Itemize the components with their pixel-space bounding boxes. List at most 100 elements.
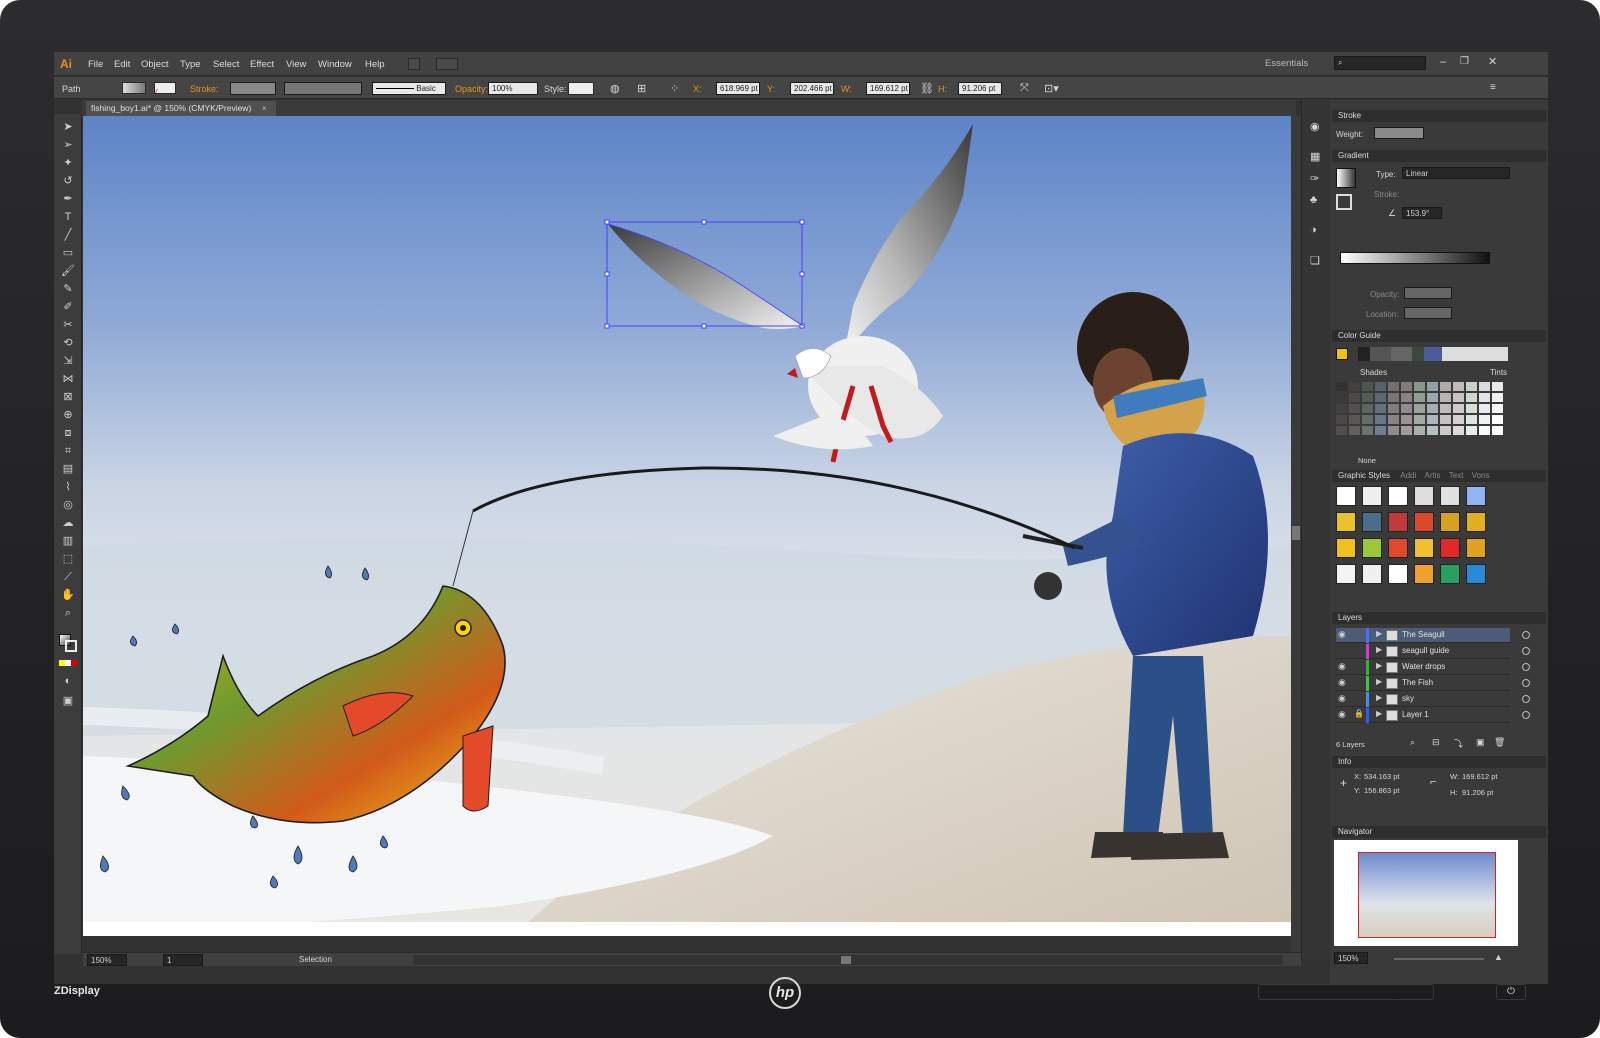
free-transform-tool-icon[interactable]: ⊠ — [60, 390, 76, 404]
vertical-scrollbar[interactable] — [1291, 116, 1301, 952]
type-tool-icon[interactable]: T — [60, 210, 76, 224]
color-guide-swatch[interactable] — [1479, 393, 1490, 402]
color-guide-swatch[interactable] — [1375, 426, 1386, 435]
color-guide-swatch[interactable] — [1466, 382, 1477, 391]
expand-triangle-icon[interactable]: ▶ — [1376, 661, 1382, 670]
lock-icon[interactable]: 🔒 — [1354, 709, 1364, 718]
graphic-style-swatch[interactable] — [1440, 564, 1460, 584]
power-icon[interactable]: ⏻ — [1496, 984, 1526, 1000]
width-tool-icon[interactable]: ⋈ — [60, 372, 76, 386]
menu-type[interactable]: Type — [180, 59, 201, 70]
color-guide-swatch[interactable] — [1492, 393, 1503, 402]
graphic-style-swatch[interactable] — [1414, 564, 1434, 584]
horizontal-scrollbar[interactable] — [413, 955, 1283, 965]
graphic-style-swatch[interactable] — [1362, 486, 1382, 506]
graphic-style-swatch[interactable] — [1388, 538, 1408, 558]
slice-tool-icon[interactable]: ⟋ — [60, 570, 76, 584]
monitor-osd-buttons[interactable] — [1258, 984, 1434, 1000]
gradient-stroke-icon[interactable] — [1336, 194, 1352, 210]
graphic-style-swatch[interactable] — [1362, 538, 1382, 558]
constrain-proportions-icon[interactable]: ⛓ — [920, 82, 934, 95]
horizontal-scroll-thumb[interactable] — [841, 956, 851, 964]
locate-object-icon[interactable]: ⌕ — [1410, 737, 1415, 748]
menu-file[interactable]: File — [88, 59, 103, 70]
restore-icon[interactable]: ❐ — [1460, 56, 1469, 67]
current-tool-status[interactable]: Selection — [299, 955, 332, 964]
brush-definition[interactable]: Basic — [372, 82, 446, 95]
graphic-style-swatch[interactable] — [1466, 564, 1486, 584]
graphic-style-swatch[interactable] — [1440, 538, 1460, 558]
color-guide-swatch[interactable] — [1466, 415, 1477, 424]
gradient-panel-title[interactable]: Gradient — [1332, 150, 1546, 162]
bridge-icon[interactable] — [408, 58, 420, 70]
shape-builder-tool-icon[interactable]: ⊕ — [60, 408, 76, 422]
color-guide-swatch[interactable] — [1466, 426, 1477, 435]
opacity-field[interactable]: 100% — [488, 82, 538, 95]
graphic-style-swatch[interactable] — [1440, 512, 1460, 532]
navigator-panel-title[interactable]: Navigator — [1332, 826, 1546, 838]
color-guide-swatch[interactable] — [1401, 415, 1412, 424]
angle-field[interactable]: 153.9° — [1402, 207, 1442, 219]
brushes-panel-icon[interactable]: ✑ — [1310, 172, 1319, 185]
paintbrush-tool-icon[interactable]: 🖌 — [60, 264, 76, 278]
layer-row[interactable]: ◉ 🔒 ▶ Layer 1 — [1336, 708, 1530, 723]
layer-row[interactable]: ◉ ▶ The Seagull — [1336, 628, 1530, 643]
gradient-slider[interactable] — [1340, 252, 1490, 264]
perspective-grid-tool-icon[interactable]: ⧈ — [60, 426, 76, 440]
menu-object[interactable]: Object — [141, 59, 168, 70]
color-guide-panel-title[interactable]: Color Guide — [1332, 330, 1546, 342]
color-guide-swatch[interactable] — [1362, 404, 1373, 413]
color-guide-swatch[interactable] — [1401, 426, 1412, 435]
base-color-swatch[interactable] — [1336, 348, 1348, 360]
color-guide-swatch[interactable] — [1388, 426, 1399, 435]
blob-brush-tool-icon[interactable]: ✐ — [60, 300, 76, 314]
graphic-style-swatch[interactable] — [1440, 486, 1460, 506]
x-field[interactable]: 618.969 pt — [716, 82, 760, 95]
delete-layer-icon[interactable]: 🗑 — [1494, 737, 1505, 748]
rotate-tool-icon[interactable]: ⟲ — [60, 336, 76, 350]
zoom-tool-icon[interactable]: ⌕ — [60, 606, 76, 620]
color-guide-swatch[interactable] — [1479, 404, 1490, 413]
target-circle-icon[interactable] — [1522, 711, 1530, 719]
scissors-tool-icon[interactable]: ✂ — [60, 318, 76, 332]
stroke-swatch[interactable]: ⁄ — [154, 82, 176, 99]
color-guide-swatch[interactable] — [1414, 382, 1425, 391]
color-guide-swatch[interactable] — [1453, 415, 1464, 424]
graphic-style-swatch[interactable] — [1362, 564, 1382, 584]
appearance-panel-icon[interactable]: ◑ — [1310, 224, 1317, 236]
direct-selection-tool-icon[interactable]: ➢ — [60, 138, 76, 152]
menu-edit[interactable]: Edit — [114, 59, 130, 70]
layer-name[interactable]: sky — [1402, 694, 1414, 703]
color-guide-swatch[interactable] — [1375, 382, 1386, 391]
color-guide-swatch[interactable] — [1336, 382, 1347, 391]
column-graph-tool-icon[interactable]: ▥ — [60, 534, 76, 548]
color-mode-icon[interactable] — [59, 660, 77, 666]
layer-name[interactable]: The Fish — [1402, 678, 1433, 687]
graphic-style-swatch[interactable] — [1336, 486, 1356, 506]
blend-tool-icon[interactable]: ◎ — [60, 498, 76, 512]
target-circle-icon[interactable] — [1522, 663, 1530, 671]
color-guide-swatch[interactable] — [1440, 393, 1451, 402]
zoom-field[interactable]: 150% — [87, 954, 127, 966]
color-guide-swatch[interactable] — [1453, 404, 1464, 413]
color-guide-swatch[interactable] — [1479, 426, 1490, 435]
fill-swatch[interactable] — [122, 82, 146, 94]
color-guide-swatch[interactable] — [1427, 393, 1438, 402]
arrange-documents-icon[interactable] — [436, 58, 458, 70]
layer-name[interactable]: seagull guide — [1402, 646, 1449, 655]
artboard-tool-icon[interactable]: ⬚ — [60, 552, 76, 566]
new-layer-icon[interactable]: ▣ — [1476, 737, 1485, 748]
scroll-thumb[interactable] — [1292, 526, 1300, 540]
graphic-style-swatch[interactable] — [1388, 512, 1408, 532]
color-guide-swatch[interactable] — [1336, 426, 1347, 435]
isolate-icon[interactable]: ⤧ — [1020, 82, 1029, 95]
color-guide-grid[interactable] — [1336, 382, 1510, 440]
visibility-eye-icon[interactable]: ◉ — [1338, 693, 1346, 704]
stroke-weight-field[interactable] — [230, 82, 276, 95]
color-guide-swatch[interactable] — [1401, 393, 1412, 402]
layer-row[interactable]: ▶ seagull guide — [1336, 644, 1530, 659]
w-field[interactable]: 169.612 pt — [866, 82, 910, 95]
color-guide-swatch[interactable] — [1388, 404, 1399, 413]
color-guide-swatch[interactable] — [1414, 404, 1425, 413]
screen-mode-icon[interactable]: ▣ — [60, 694, 76, 708]
